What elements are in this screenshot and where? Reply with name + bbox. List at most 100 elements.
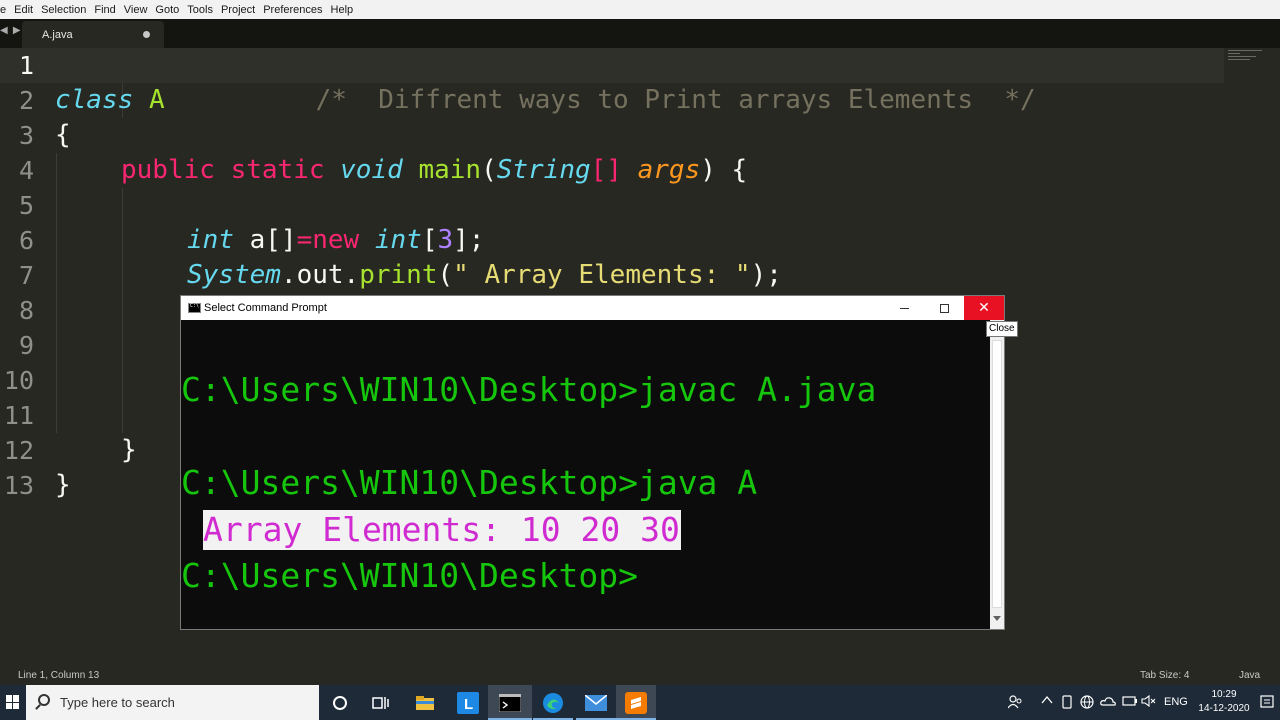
code-line-7[interactable]: System.out.print(" Array Elements: "); [187,258,782,293]
code-function-name: print [359,260,438,290]
code-line-13[interactable]: } [55,468,71,503]
line-number: 9 [18,331,34,360]
command-prompt-window[interactable]: Select Command Prompt ✕ C:\Users\WIN10\D… [180,295,1005,630]
code-punct: [] [590,155,622,185]
code-identifier: a[] [233,225,297,255]
menu-find[interactable]: Find [90,4,119,16]
cortana-icon[interactable] [327,690,353,716]
tab-a-java[interactable]: A.java [22,21,164,48]
code-punct: ( [437,260,454,290]
code-keyword: static [230,155,325,185]
menu-tools[interactable]: Tools [183,4,217,16]
status-bar: Line 1, Column 13 Tab Size: 4 Java [0,664,1280,685]
code-brace: } [121,435,137,465]
task-view-icon[interactable] [368,690,394,716]
tab-scroll-arrows-icon[interactable]: ◀ ▶ [0,25,22,36]
code-line-3[interactable]: { [55,118,71,153]
line-number: 5 [18,191,34,220]
sublime-text-icon[interactable] [623,690,649,716]
menu-goto[interactable]: Goto [151,4,183,16]
minimap[interactable] [1228,50,1268,66]
close-button[interactable]: ✕ [964,296,1004,320]
code-brace: { [55,120,71,150]
taskbar-clock[interactable]: 10:29 14-12-2020 [1196,688,1252,716]
code-keyword: public [121,155,215,185]
code-argument: args [637,155,701,185]
tab-strip: ◀ ▶ A.java [0,19,1280,48]
code-comment: /* Diffrent ways to Print arrays Element… [315,85,1036,115]
menu-preferences[interactable]: Preferences [259,4,326,16]
onedrive-icon[interactable] [1100,695,1116,710]
menu-project[interactable]: Project [217,4,259,16]
tab-size-selector[interactable]: Tab Size: 4 [1140,670,1189,681]
code-type: int [187,225,234,255]
code-punct: ( [481,155,497,185]
code-punct: ) { [700,155,748,185]
speaker-muted-icon[interactable] [1141,694,1157,710]
menu-edit[interactable]: Edit [10,4,37,16]
input-language[interactable]: ENG [1164,696,1188,708]
menu-bar: e Edit Selection Find View Goto Tools Pr… [0,0,1280,19]
cmd-prompt-line: C:\Users\WIN10\Desktop> [181,556,638,595]
code-type: void [340,155,403,185]
tray-expand-chevron-icon[interactable] [1041,695,1053,708]
code-line-2[interactable]: class A [55,83,165,118]
code-type: String [496,155,591,185]
line-number: 8 [18,296,34,325]
cmd-console-output[interactable]: C:\Users\WIN10\Desktop>javac A.java C:\U… [181,320,990,629]
code-operator: = [296,225,313,255]
globe-network-icon[interactable] [1080,695,1094,712]
code-line-12[interactable]: } [121,433,137,468]
tab-label: A.java [42,29,73,41]
code-function-name: main [418,155,482,185]
menu-view[interactable]: View [120,4,152,16]
windows-start-icon[interactable] [6,695,20,709]
cursor-position: Line 1, Column 13 [18,670,100,681]
syntax-selector[interactable]: Java [1239,670,1260,681]
code-punct: ]; [453,225,485,255]
taskbar-search-box[interactable]: Type here to search [26,685,319,720]
minimize-icon [899,307,909,309]
cmd-app-icon [188,303,201,313]
indent-guide [122,188,123,433]
device-icon[interactable] [1061,695,1073,712]
search-placeholder: Type here to search [60,695,175,710]
code-line-6[interactable]: int a[]=new int[3]; [187,223,484,258]
scroll-down-arrow-icon[interactable] [993,616,1001,621]
battery-icon[interactable] [1122,695,1138,710]
menu-selection[interactable]: Selection [37,4,90,16]
indent-guide [56,153,57,433]
notifications-icon[interactable] [1260,695,1274,712]
code-punct: ); [750,260,782,290]
cmd-title-bar[interactable]: Select Command Prompt ✕ [181,296,1004,320]
scrollbar-thumb[interactable] [992,340,1002,608]
minimize-button[interactable] [884,296,924,320]
code-line-4[interactable]: public static void main(String[] args) { [121,153,747,188]
file-explorer-icon[interactable] [412,690,438,716]
line-number: 1 [18,51,34,80]
code-member: .out. [280,260,360,290]
code-punct: [ [421,225,438,255]
edge-browser-icon[interactable] [540,690,566,716]
people-icon[interactable] [1007,695,1022,712]
close-icon: ✕ [978,300,990,316]
search-icon [38,694,50,706]
command-prompt-icon[interactable] [497,690,523,716]
l-app-icon[interactable]: L [455,690,481,716]
menu-file[interactable]: e [0,4,10,16]
unsaved-dot-icon[interactable] [143,31,150,38]
menu-help[interactable]: Help [327,4,358,16]
maximize-icon [939,303,949,313]
line-number: 12 [3,436,34,465]
cmd-vertical-scrollbar[interactable] [990,320,1004,629]
code-class-ref: System [187,260,281,290]
cmd-line: C:\Users\WIN10\Desktop>java A [181,463,758,502]
cmd-line: C:\Users\WIN10\Desktop>javac A.java [181,370,877,409]
code-line-1[interactable]: /* Diffrent ways to Print arrays Element… [253,48,1036,153]
code-type: int [374,225,422,255]
taskbar: Type here to search L ENG 10:29 14-12-20… [0,685,1280,720]
cmd-selected-output: Array Elements: 10 20 30 [203,510,681,550]
maximize-button[interactable] [924,296,964,320]
line-number: 7 [18,261,34,290]
mail-icon[interactable] [583,690,609,716]
